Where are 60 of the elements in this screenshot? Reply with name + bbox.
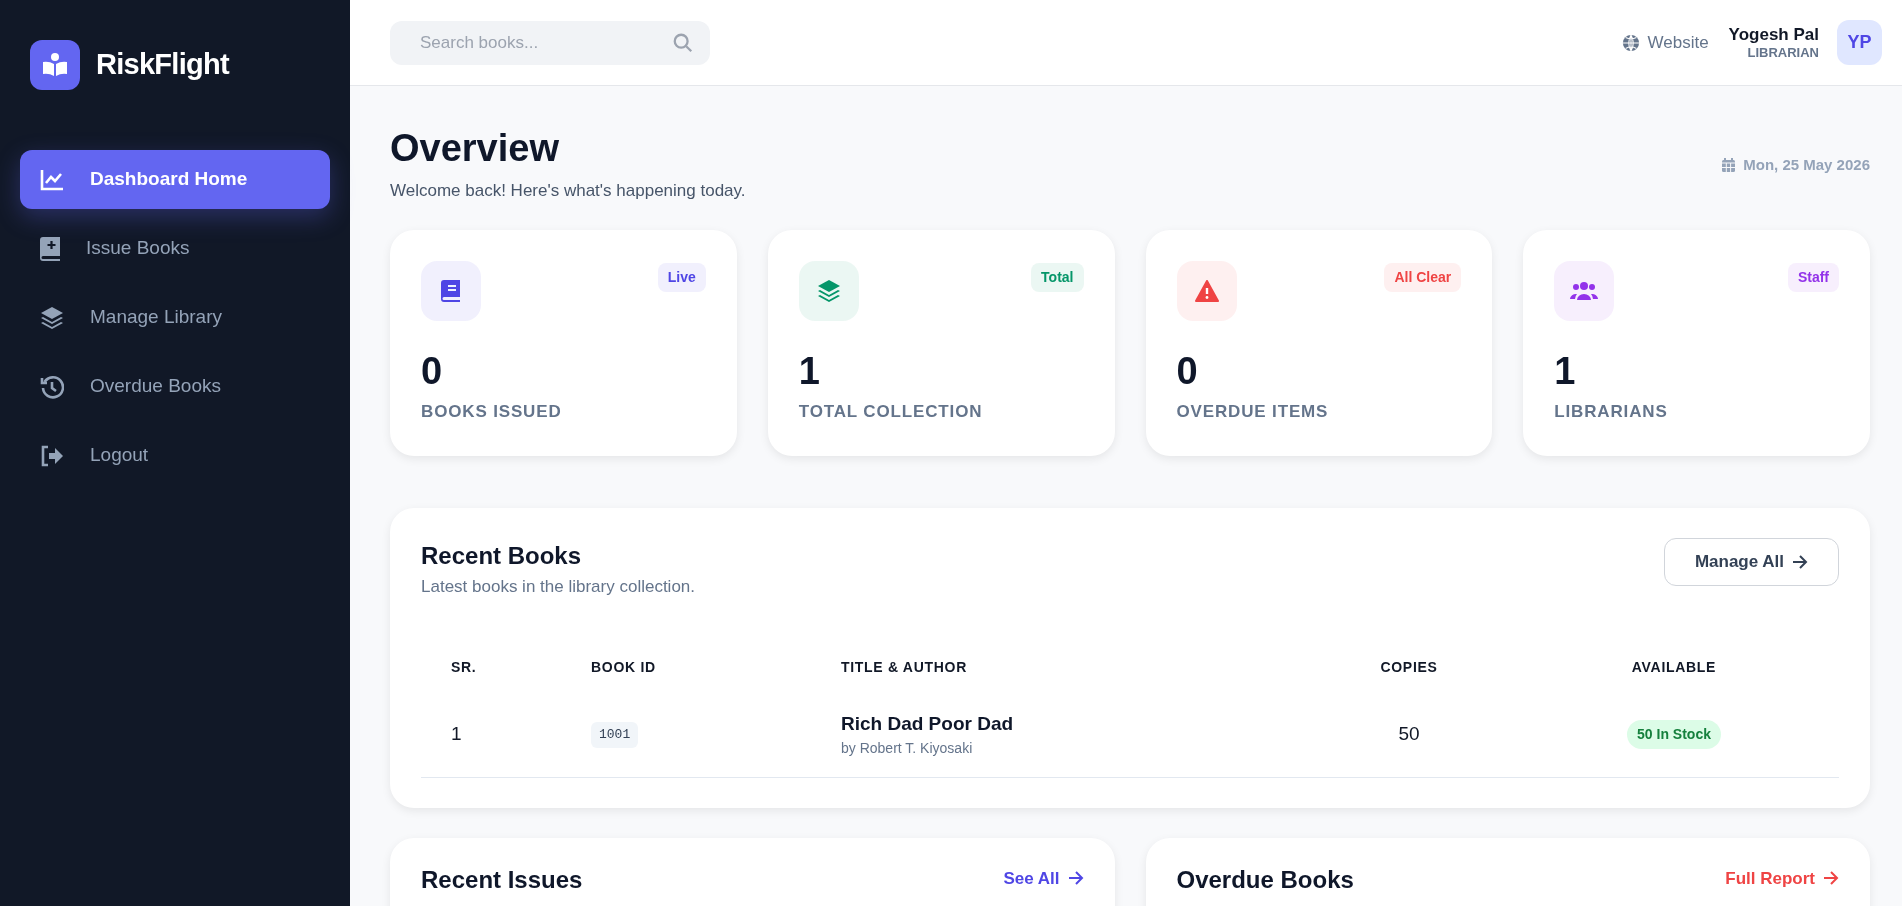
sidebar-nav-item[interactable]: Logout — [20, 426, 330, 485]
search-icon — [672, 31, 694, 54]
stat-label: OVERDUE ITEMS — [1176, 400, 1330, 423]
book-author: by Robert T. Kiyosaki — [841, 739, 974, 758]
sidebar-nav-item[interactable]: Overdue Books — [20, 357, 330, 416]
user-role: LIBRARIAN — [1747, 45, 1819, 62]
arrow-right-icon — [1067, 871, 1084, 886]
layers-icon — [40, 305, 64, 330]
book-id-tag: 1001 — [591, 722, 639, 748]
layers-icon — [816, 278, 841, 303]
sidebar-nav-item[interactable]: Manage Library — [20, 288, 330, 347]
user-avatar[interactable]: YP — [1837, 20, 1882, 65]
globe-icon — [1621, 33, 1640, 52]
section-title: Recent Issues — [421, 864, 583, 895]
section-subtitle: Latest books in the library collection. — [421, 575, 696, 598]
stat-value: 0 — [421, 348, 444, 393]
manage-all-button[interactable]: Manage All — [1663, 537, 1839, 586]
book-icon — [441, 279, 461, 302]
table-cell: 1 — [451, 723, 462, 744]
panel-link[interactable]: See All — [1003, 865, 1084, 891]
stat-label: TOTAL COLLECTION — [798, 400, 984, 423]
status-badge: Staff — [1787, 262, 1839, 292]
page-subtitle: Welcome back! Here's what's happening today. — [390, 180, 746, 202]
stock-badge: 50 In Stock — [1627, 719, 1721, 749]
section-title: Recent Books — [421, 540, 583, 571]
page-title: Overview — [390, 126, 560, 170]
column-header: TITLE & AUTHOR — [841, 659, 967, 675]
calendar-icon — [1722, 158, 1736, 173]
table-cell: 50 — [1398, 723, 1420, 744]
arrow-right-icon — [1792, 554, 1808, 569]
history-clock-icon — [40, 374, 64, 399]
status-badge: Live — [657, 262, 706, 292]
status-badge: All Clear — [1384, 262, 1462, 292]
stat-value: 1 — [798, 348, 821, 393]
sidebar-nav-item[interactable]: Issue Books — [20, 219, 330, 278]
column-header: AVAILABLE — [1631, 659, 1717, 675]
current-date: Mon, 25 May 2026 — [1743, 155, 1870, 175]
column-header: BOOK ID — [591, 659, 656, 675]
arrow-right-icon — [1823, 871, 1839, 886]
book-plus-icon — [40, 236, 60, 261]
stat-label: BOOKS ISSUED — [421, 400, 563, 423]
panel-link[interactable]: Full Report — [1725, 865, 1839, 891]
search-field[interactable]: Search books... — [390, 20, 710, 65]
stat-value: 0 — [1176, 348, 1199, 393]
column-header: COPIES — [1380, 659, 1438, 675]
logout-icon — [40, 444, 64, 467]
sidebar-nav-item[interactable]: Dashboard Home — [20, 150, 330, 209]
user-name: Yogesh Pal — [1728, 23, 1819, 45]
stat-value: 1 — [1554, 348, 1577, 393]
column-header: SR. — [451, 659, 477, 675]
website-link[interactable]: Website — [1621, 29, 1709, 56]
line-chart-icon — [40, 168, 64, 191]
section-title: Overdue Books — [1176, 864, 1354, 895]
users-icon — [1570, 279, 1599, 302]
book-reader-logo-icon — [30, 40, 80, 90]
book-title: Rich Dad Poor Dad — [841, 711, 1015, 736]
app-logo-name: RiskFlight — [96, 47, 229, 83]
warning-icon — [1194, 279, 1219, 302]
status-badge: Total — [1031, 262, 1084, 292]
stat-label: LIBRARIANS — [1554, 400, 1669, 423]
